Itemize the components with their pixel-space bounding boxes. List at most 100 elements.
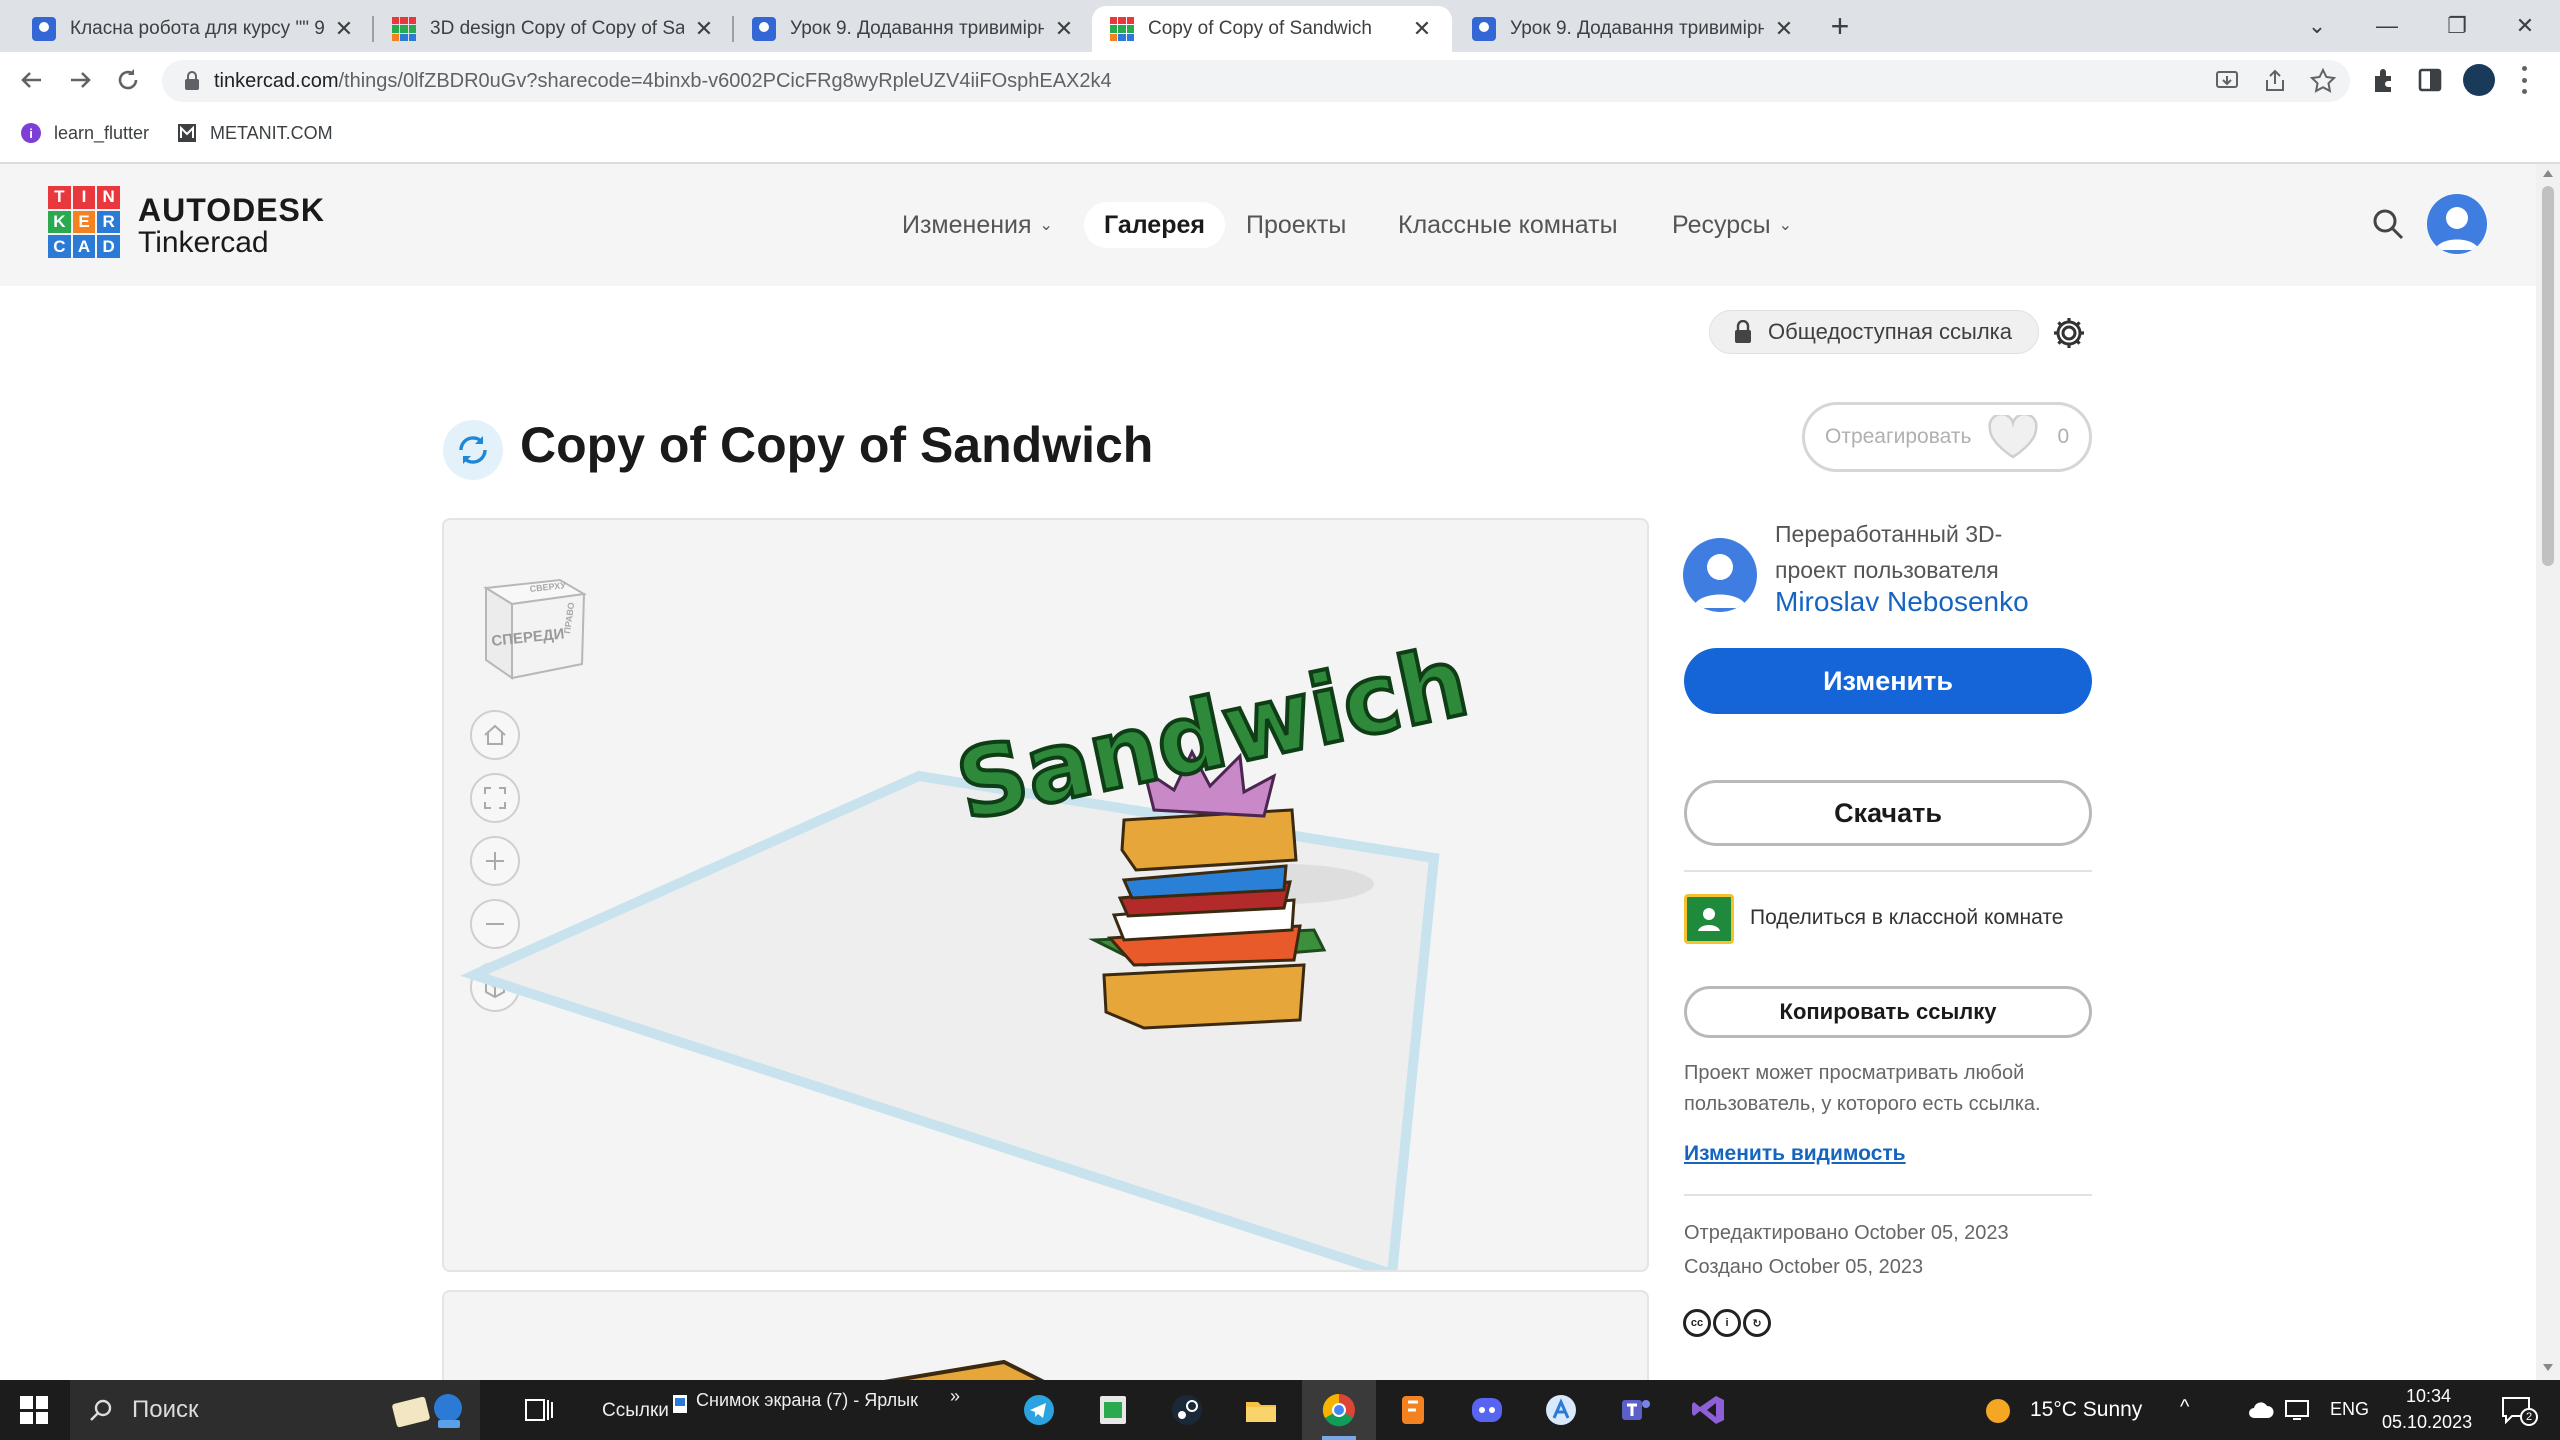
forward-button[interactable] — [62, 62, 98, 98]
task-view-icon[interactable] — [520, 1392, 558, 1428]
browser-profile-avatar[interactable] — [2463, 64, 2495, 96]
nav-resources[interactable]: Ресурсы ⌄ — [1672, 202, 1792, 248]
toolbar-overflow-icon[interactable]: » — [950, 1386, 960, 1407]
purple-circle-icon: i — [21, 123, 41, 143]
settings-gear-icon[interactable] — [2052, 316, 2086, 350]
tab-title: Урок 9. Додавання тривимірних — [790, 18, 1044, 39]
browser-tab[interactable]: Урок 9. Додавання тривимірних ✕ — [734, 6, 1094, 52]
nav-gallery[interactable]: Галерея — [1084, 202, 1225, 248]
bookmark-star-icon[interactable] — [2310, 68, 2336, 94]
logo-letter: R — [97, 210, 120, 234]
reload-button[interactable] — [110, 62, 146, 98]
notification-count: 2 — [2520, 1408, 2538, 1426]
clock-date[interactable]: 05.10.2023 — [2382, 1412, 2472, 1433]
nav-classrooms[interactable]: Классные комнаты — [1398, 202, 1618, 248]
attribution-icon: i — [1713, 1309, 1741, 1337]
steam-icon[interactable] — [1168, 1392, 1206, 1428]
google-classroom-icon[interactable] — [1684, 894, 1734, 944]
visual-studio-icon[interactable] — [1690, 1392, 1728, 1428]
discord-icon[interactable] — [1468, 1392, 1506, 1428]
back-button[interactable] — [14, 62, 50, 98]
input-language[interactable]: ENG — [2330, 1399, 2369, 1420]
spreadsheet-app-icon[interactable] — [1094, 1392, 1132, 1428]
copy-link-button[interactable]: Копировать ссылку — [1684, 986, 2092, 1038]
logo-letter: K — [48, 210, 71, 234]
bookmark-metanit[interactable]: METANIT.COM — [176, 122, 333, 144]
change-visibility-link[interactable]: Изменить видимость — [1684, 1142, 1906, 1166]
license-badges[interactable]: cc i ↻ — [1683, 1309, 1771, 1337]
side-panel-icon[interactable] — [2416, 66, 2444, 94]
browser-tab-active[interactable]: Copy of Copy of Sandwich ✕ — [1092, 6, 1452, 52]
page-viewport: T I N K E R C A D AUTODESK Tinkercad Изм… — [0, 164, 2536, 1380]
close-icon[interactable]: ✕ — [1772, 16, 1796, 41]
search-icon — [90, 1399, 112, 1421]
file-explorer-icon[interactable] — [1242, 1392, 1280, 1428]
chevron-down-icon: ⌄ — [1039, 217, 1053, 234]
close-icon[interactable]: ✕ — [332, 16, 356, 41]
scrollbar-thumb[interactable] — [2542, 186, 2554, 566]
fl-studio-icon[interactable] — [1394, 1392, 1432, 1428]
clock-time[interactable]: 10:34 — [2406, 1386, 2451, 1407]
app-installer-icon[interactable] — [1542, 1392, 1580, 1428]
nav-projects[interactable]: Проекты — [1246, 202, 1346, 248]
install-app-icon[interactable] — [2214, 68, 2240, 94]
extensions-puzzle-icon[interactable] — [2370, 66, 2398, 94]
pinned-file-shortcut[interactable]: Снимок экрана (7) - Ярлык — [696, 1390, 918, 1411]
logo-letter: T — [48, 186, 71, 209]
created-date: Создано October 05, 2023 — [1684, 1256, 1924, 1278]
page-scrollbar[interactable] — [2536, 164, 2560, 1380]
restore-button[interactable]: ❐ — [2422, 0, 2492, 52]
tab-search-chevron-icon[interactable]: ⌄ — [2282, 0, 2352, 52]
brand-autodesk: AUTODESK — [138, 192, 325, 228]
bookmark-learn-flutter[interactable]: i learn_flutter — [20, 122, 149, 144]
close-icon[interactable]: ✕ — [1052, 16, 1076, 41]
url-text[interactable]: tinkercad.com/things/0lfZBDR0uGv?shareco… — [214, 70, 1112, 93]
tab-title: Урок 9. Додавання тривимірних — [1510, 18, 1764, 39]
download-button[interactable]: Скачать — [1684, 780, 2092, 846]
new-tab-button[interactable]: + — [1823, 10, 1857, 44]
taskbar-search[interactable]: Поиск — [70, 1380, 480, 1440]
teams-icon[interactable] — [1616, 1392, 1654, 1428]
user-avatar[interactable] — [2427, 194, 2487, 254]
close-icon[interactable]: ✕ — [692, 16, 716, 41]
classroom-icon — [1472, 17, 1496, 41]
file-shortcut-icon — [673, 1395, 687, 1413]
divider — [1684, 1194, 2092, 1196]
react-button[interactable]: Отреагировать 0 — [1802, 402, 2092, 472]
share-classroom-label[interactable]: Поделиться в классной комнате — [1750, 906, 2063, 930]
edit-button[interactable]: Изменить — [1684, 648, 2092, 714]
display-icon[interactable] — [2284, 1398, 2310, 1422]
author-link[interactable]: Miroslav Nebosenko — [1775, 586, 2029, 618]
address-bar[interactable]: tinkercad.com/things/0lfZBDR0uGv?shareco… — [162, 60, 2350, 102]
logo-letter: I — [72, 186, 96, 209]
taskbar-active-app[interactable] — [1302, 1380, 1376, 1440]
browser-tab[interactable]: Урок 9. Додавання тривимірних ✕ — [1454, 6, 1814, 52]
browser-tab[interactable]: 3D design Copy of Copy of Sandwich ✕ — [374, 6, 734, 52]
author-avatar[interactable] — [1683, 538, 1757, 612]
scroll-up-arrow-icon[interactable] — [2543, 170, 2553, 177]
close-icon[interactable]: ✕ — [1410, 16, 1434, 41]
notifications-button[interactable]: 2 — [2500, 1394, 2538, 1426]
minimize-button[interactable]: — — [2352, 0, 2422, 52]
classroom-glyph-icon — [1698, 908, 1720, 931]
nav-label: Проекты — [1246, 210, 1347, 239]
telegram-icon[interactable] — [1020, 1392, 1058, 1428]
chevron-down-icon: ⌄ — [1778, 217, 1792, 234]
close-window-button[interactable]: ✕ — [2490, 0, 2560, 52]
taskbar-links-toolbar[interactable]: Ссылки — [602, 1400, 669, 1422]
tinkercad-logo[interactable]: T I N K E R C A D — [48, 186, 120, 258]
browser-tab[interactable]: Класна робота для курсу "" 9 - ✕ — [14, 6, 374, 52]
onedrive-cloud-icon[interactable] — [2248, 1400, 2274, 1420]
nav-izmeneniya[interactable]: Изменения ⌄ — [902, 202, 1053, 248]
search-icon[interactable] — [2370, 206, 2406, 242]
weather-widget[interactable]: 15°C Sunny — [2030, 1398, 2142, 1422]
share-icon[interactable] — [2262, 68, 2288, 94]
chrome-icon — [1322, 1393, 1355, 1427]
tray-chevron-up-icon[interactable]: ^ — [2180, 1396, 2189, 1419]
3d-viewer[interactable]: СПЕРЕДИ СВЕРХУ ПРАВО Sandwich — [442, 518, 1649, 1272]
scroll-down-arrow-icon[interactable] — [2543, 1364, 2553, 1371]
windows-start-icon[interactable] — [20, 1396, 48, 1424]
public-link-toggle[interactable]: Общедоступная ссылка — [1709, 310, 2039, 354]
browser-menu-icon[interactable] — [2520, 66, 2528, 94]
react-label: Отреагировать — [1825, 425, 1972, 448]
